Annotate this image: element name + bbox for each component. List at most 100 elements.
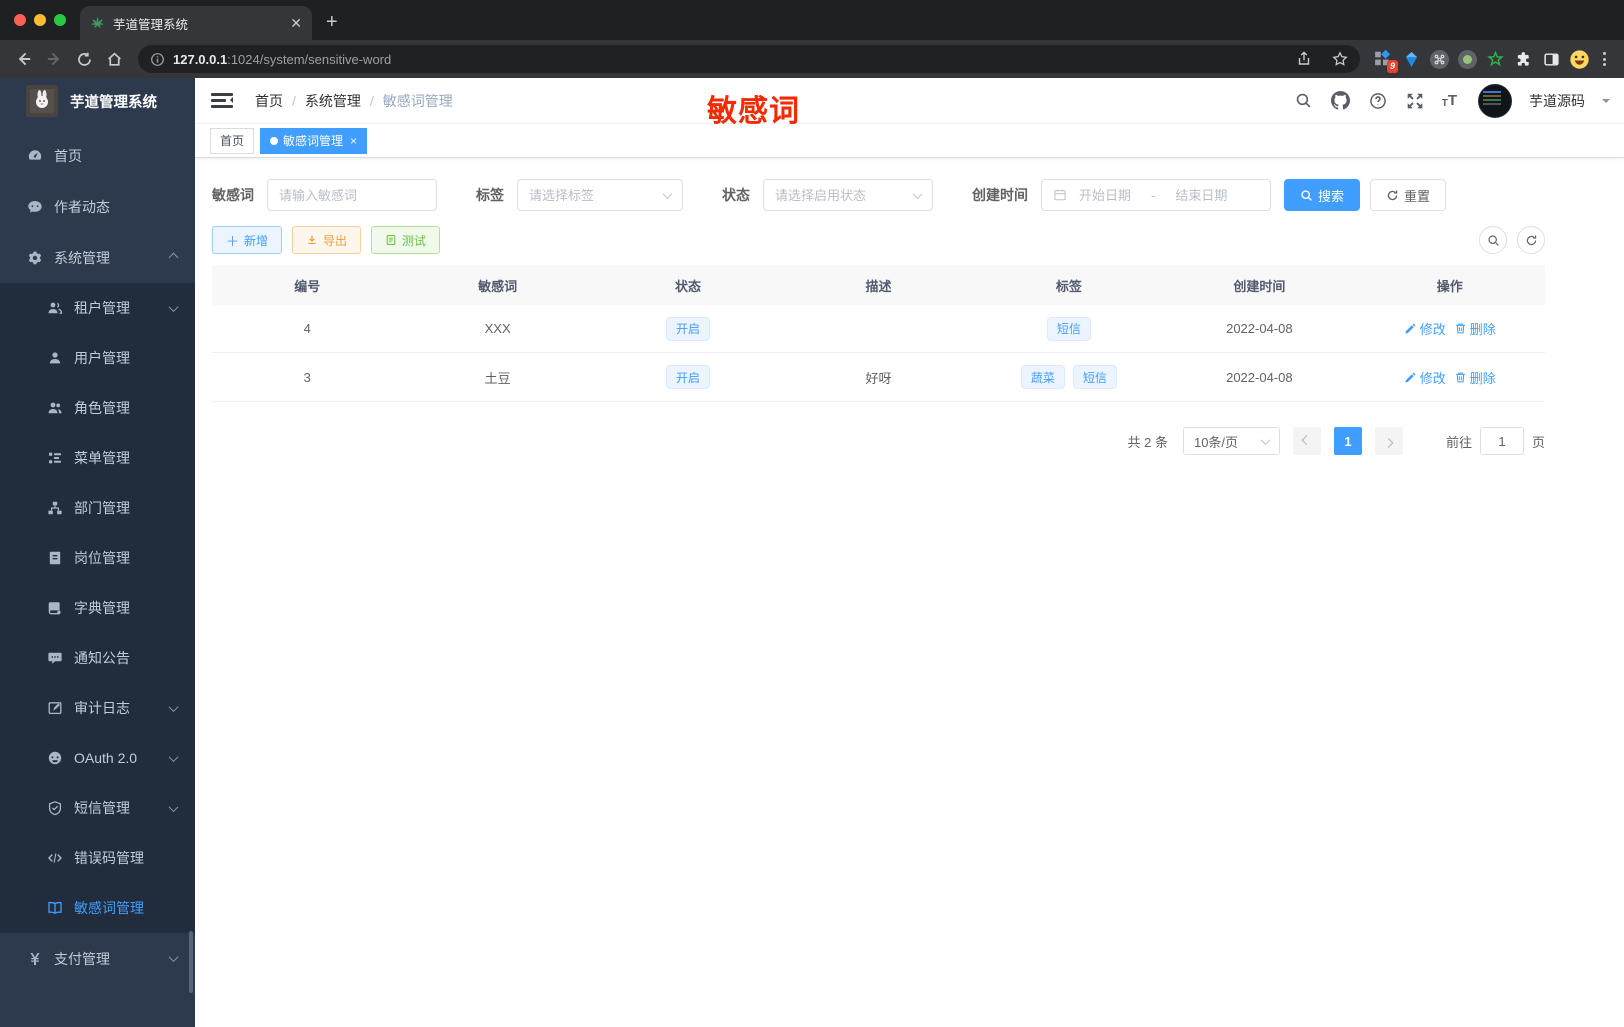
github-icon[interactable] xyxy=(1331,91,1351,111)
close-window-button[interactable] xyxy=(14,14,26,26)
user-menu-caret-icon[interactable] xyxy=(1602,98,1610,107)
delete-button[interactable]: 删除 xyxy=(1454,319,1496,338)
tab-close-icon[interactable]: ✕ xyxy=(290,15,302,32)
font-size-icon[interactable]: TT xyxy=(1442,92,1457,109)
cell-create-time: 2022-04-08 xyxy=(1226,369,1293,385)
side-panel-icon[interactable] xyxy=(1538,46,1564,72)
sidebar-item-4[interactable]: 用户管理 xyxy=(0,333,195,383)
sidebar-item-14[interactable]: 错误码管理 xyxy=(0,833,195,883)
maximize-window-button[interactable] xyxy=(54,14,66,26)
extension-grid-icon[interactable]: 9 xyxy=(1370,46,1398,73)
tag-select-input[interactable] xyxy=(529,187,658,203)
page-size-select[interactable]: 10条/页 xyxy=(1182,427,1280,455)
extension-record-icon[interactable] xyxy=(1454,46,1480,72)
delete-button[interactable]: 删除 xyxy=(1454,368,1496,387)
test-button[interactable]: 测试 xyxy=(371,226,441,254)
sidebar-item-1[interactable]: 作者动态 xyxy=(0,181,195,232)
export-button[interactable]: 导出 xyxy=(292,226,362,254)
cell-description: 好呀 xyxy=(865,370,892,386)
tab-close-icon[interactable]: × xyxy=(350,134,357,148)
url-bar[interactable]: 127.0.0.1:1024/system/sensitive-word xyxy=(138,45,1360,73)
sidebar-item-11[interactable]: 审计日志 xyxy=(0,683,195,733)
sidebar-item-3[interactable]: 租户管理 xyxy=(0,283,195,333)
sidebar-item-10[interactable]: 通知公告 xyxy=(0,633,195,683)
extension-gem-icon[interactable] xyxy=(1398,46,1424,72)
sidebar-item-2[interactable]: 系统管理 xyxy=(0,232,195,283)
date-end-input[interactable] xyxy=(1169,187,1234,203)
breadcrumb-item-1[interactable]: 系统管理 xyxy=(305,91,361,111)
url-text[interactable]: 127.0.0.1:1024/system/sensitive-word xyxy=(173,52,1282,67)
show-search-toggle-button[interactable] xyxy=(1479,226,1507,254)
gear-icon xyxy=(26,249,43,266)
home-icon[interactable] xyxy=(100,45,128,73)
cell-actions: 修改 删除 xyxy=(1355,319,1545,338)
site-info-icon[interactable] xyxy=(150,52,165,67)
breadcrumb-item-0[interactable]: 首页 xyxy=(255,91,283,111)
edit-button[interactable]: 修改 xyxy=(1404,368,1446,387)
tags-view-tab-0[interactable]: 首页 xyxy=(210,127,255,154)
sidebar-item-label: 菜单管理 xyxy=(74,450,130,466)
add-button[interactable]: ＋ 新增 xyxy=(212,226,283,254)
status-select[interactable] xyxy=(763,179,933,211)
sidebar-item-12[interactable]: OAuth 2.0 xyxy=(0,733,195,783)
chevron-down-icon xyxy=(168,701,179,712)
status-select-input[interactable] xyxy=(775,187,908,203)
sidebar-item-5[interactable]: 角色管理 xyxy=(0,383,195,433)
download-icon xyxy=(308,235,316,245)
extensions-puzzle-icon[interactable] xyxy=(1510,46,1536,72)
sidebar-item-0[interactable]: 首页 xyxy=(0,130,195,181)
extension-green-star-icon[interactable] xyxy=(1482,46,1508,72)
new-tab-button[interactable]: + xyxy=(326,11,338,34)
goto-page-input[interactable] xyxy=(1479,427,1524,455)
sidebar-scrollbar[interactable] xyxy=(189,931,193,993)
tags-view-tab-1[interactable]: 敏感词管理 × xyxy=(260,127,368,154)
forward-icon[interactable] xyxy=(40,45,68,73)
sidebar-item-15[interactable]: 敏感词管理 xyxy=(0,883,195,933)
browser-menu-icon[interactable] xyxy=(1594,46,1614,72)
back-icon[interactable] xyxy=(10,45,38,73)
tag-badge: 短信 xyxy=(1046,316,1091,341)
sidebar-item-7[interactable]: 部门管理 xyxy=(0,483,195,533)
sidebar-item-label: 审计日志 xyxy=(74,700,130,716)
profile-emoji-icon[interactable] xyxy=(1566,46,1592,72)
sidebar-item-label: 错误码管理 xyxy=(74,850,144,866)
sidebar-item-9[interactable]: 字典管理 xyxy=(0,583,195,633)
minimize-window-button[interactable] xyxy=(34,14,46,26)
share-icon[interactable] xyxy=(1290,45,1318,73)
extension-command-icon[interactable] xyxy=(1426,46,1452,72)
sidebar-item-label: 部门管理 xyxy=(74,500,130,516)
next-page-button[interactable] xyxy=(1374,427,1403,455)
collapse-sidebar-icon[interactable] xyxy=(211,93,234,108)
refresh-table-button[interactable] xyxy=(1517,226,1545,254)
sidebar-item-6[interactable]: 菜单管理 xyxy=(0,433,195,483)
cell-status: 开启 xyxy=(593,316,783,341)
reset-button[interactable]: 重置 xyxy=(1370,179,1447,211)
sidebar-logo[interactable]: 芋道管理系统 xyxy=(0,78,195,124)
date-start-input[interactable] xyxy=(1073,187,1137,203)
favicon-leaf-icon xyxy=(90,16,105,31)
chevron-down-icon xyxy=(168,952,179,963)
cell-word: XXX xyxy=(484,321,511,336)
user-avatar[interactable] xyxy=(1478,83,1512,118)
date-range-picker[interactable]: - xyxy=(1041,179,1271,211)
sidebar-item-8[interactable]: 岗位管理 xyxy=(0,533,195,583)
help-icon[interactable] xyxy=(1368,91,1388,111)
sidebar-item-16[interactable]: 支付管理 xyxy=(0,933,195,984)
sidebar-item-13[interactable]: 短信管理 xyxy=(0,783,195,833)
bookmark-star-icon[interactable] xyxy=(1326,45,1354,73)
tag-select[interactable] xyxy=(517,179,683,211)
fullscreen-icon[interactable] xyxy=(1405,91,1425,111)
reload-icon[interactable] xyxy=(70,45,98,73)
browser-tab[interactable]: 芋道管理系统 ✕ xyxy=(80,6,312,40)
sidebar-item-label: 首页 xyxy=(54,147,82,164)
prev-page-button[interactable] xyxy=(1292,427,1321,455)
column-header: 创建时间 xyxy=(1233,278,1286,294)
search-icon[interactable] xyxy=(1294,91,1314,111)
edit-button[interactable]: 修改 xyxy=(1404,319,1446,338)
window-controls[interactable] xyxy=(14,14,66,26)
keyword-input[interactable] xyxy=(279,187,425,203)
chevron-down-icon xyxy=(1260,434,1271,445)
search-button[interactable]: 搜索 xyxy=(1284,179,1361,211)
page-number-1[interactable]: 1 xyxy=(1333,427,1362,455)
table-header: 编号 敏感词 状态 描述 标签 创建时间 操作 xyxy=(212,265,1545,305)
